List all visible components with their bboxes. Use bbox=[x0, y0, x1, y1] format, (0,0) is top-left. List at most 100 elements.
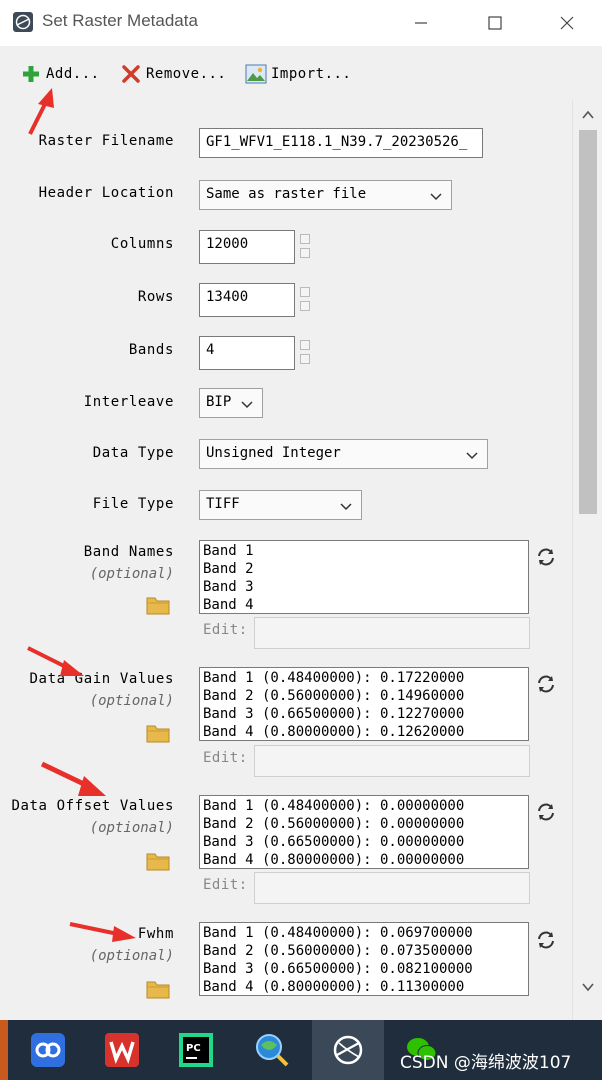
header-location-select[interactable]: Same as raster file bbox=[199, 180, 452, 210]
columns-input[interactable]: 12000 bbox=[199, 230, 295, 264]
list-item[interactable]: Band 2 (0.56000000): 0.14960000 bbox=[203, 687, 525, 705]
taskbar-app-baidu[interactable] bbox=[12, 1020, 84, 1080]
refresh-icon[interactable] bbox=[535, 801, 557, 823]
edit-label: Edit: bbox=[203, 750, 248, 766]
band-names-label: Band Names bbox=[83, 544, 174, 560]
stepper-down-icon[interactable] bbox=[300, 354, 310, 364]
minimize-button[interactable] bbox=[398, 0, 444, 46]
search-globe-icon bbox=[256, 1034, 289, 1067]
maximize-button[interactable] bbox=[472, 0, 518, 46]
optional-label: (optional) bbox=[89, 693, 174, 709]
vertical-scrollbar[interactable] bbox=[572, 100, 602, 1020]
folder-icon[interactable] bbox=[146, 722, 170, 744]
svg-text:PC: PC bbox=[186, 1043, 201, 1054]
list-item[interactable]: Band 3 (0.66500000): 0.00000000 bbox=[203, 833, 525, 851]
taskbar-app-pycharm[interactable]: PC bbox=[160, 1020, 232, 1080]
folder-icon[interactable] bbox=[146, 978, 170, 1000]
band-names-edit-field[interactable] bbox=[254, 617, 530, 649]
remove-button[interactable]: Remove... bbox=[120, 62, 226, 86]
optional-label: (optional) bbox=[89, 820, 174, 836]
minimize-icon bbox=[415, 22, 427, 24]
app-icon bbox=[13, 12, 33, 32]
file-type-value: TIFF bbox=[206, 496, 240, 512]
taskbar-app-envi[interactable] bbox=[312, 1020, 384, 1080]
list-item[interactable]: Band 1 (0.48400000): 0.00000000 bbox=[203, 797, 525, 815]
list-item[interactable]: Band 4 (0.80000000): 0.12620000 bbox=[203, 723, 525, 740]
fwhm-values-list[interactable]: Band 1 (0.48400000): 0.069700000 Band 2 … bbox=[199, 922, 529, 996]
folder-icon[interactable] bbox=[146, 850, 170, 872]
refresh-icon[interactable] bbox=[535, 929, 557, 951]
remove-label: Remove... bbox=[146, 66, 227, 82]
data-type-value: Unsigned Integer bbox=[206, 445, 341, 461]
chevron-down-icon bbox=[241, 401, 253, 409]
stepper-up-icon[interactable] bbox=[300, 340, 310, 350]
wps-office-icon bbox=[105, 1033, 139, 1067]
fwhm-label: Fwhm bbox=[137, 926, 174, 942]
list-item[interactable]: Band 4 (0.80000000): 0.11300000 bbox=[203, 978, 525, 995]
image-import-icon bbox=[245, 63, 267, 85]
scroll-down-icon[interactable] bbox=[581, 980, 595, 994]
title-bar: Set Raster Metadata bbox=[0, 0, 602, 46]
close-button[interactable] bbox=[544, 0, 590, 46]
gain-edit-field[interactable] bbox=[254, 745, 530, 777]
offset-label: Data Offset Values bbox=[11, 798, 174, 814]
interleave-select[interactable]: BIP bbox=[199, 388, 263, 418]
taskbar-app-search[interactable] bbox=[236, 1020, 308, 1080]
window-title: Set Raster Metadata bbox=[42, 11, 198, 30]
taskbar-app-wps[interactable] bbox=[86, 1020, 158, 1080]
import-button[interactable]: Import... bbox=[245, 62, 351, 86]
bands-label: Bands bbox=[128, 342, 174, 358]
rows-input[interactable]: 13400 bbox=[199, 283, 295, 317]
band-names-list[interactable]: Band 1 Band 2 Band 3 Band 4 bbox=[199, 540, 529, 614]
watermark: CSDN @海绵波波107 bbox=[400, 1053, 572, 1073]
list-item[interactable]: Band 2 (0.56000000): 0.00000000 bbox=[203, 815, 525, 833]
delete-x-icon bbox=[120, 63, 142, 85]
list-item[interactable]: Band 1 (0.48400000): 0.069700000 bbox=[203, 924, 525, 942]
gain-values-list[interactable]: Band 1 (0.48400000): 0.17220000 Band 2 (… bbox=[199, 667, 529, 741]
list-item[interactable]: Band 1 bbox=[203, 542, 525, 560]
list-item[interactable]: Band 2 (0.56000000): 0.073500000 bbox=[203, 942, 525, 960]
rows-stepper[interactable] bbox=[300, 285, 310, 315]
stepper-up-icon[interactable] bbox=[300, 287, 310, 297]
file-type-select[interactable]: TIFF bbox=[199, 490, 362, 520]
close-icon bbox=[560, 16, 574, 30]
raster-filename-label: Raster Filename bbox=[38, 133, 174, 149]
stepper-down-icon[interactable] bbox=[300, 248, 310, 258]
gain-label: Data Gain Values bbox=[29, 671, 174, 687]
maximize-icon bbox=[488, 16, 502, 30]
optional-label: (optional) bbox=[89, 566, 174, 582]
chevron-down-icon bbox=[340, 503, 352, 511]
optional-label: (optional) bbox=[89, 948, 174, 964]
columns-stepper[interactable] bbox=[300, 232, 310, 262]
bands-stepper[interactable] bbox=[300, 338, 310, 368]
list-item[interactable]: Band 2 bbox=[203, 560, 525, 578]
header-location-label: Header Location bbox=[38, 185, 174, 201]
add-button[interactable]: Add... bbox=[20, 62, 100, 86]
stepper-up-icon[interactable] bbox=[300, 234, 310, 244]
rows-label: Rows bbox=[137, 289, 174, 305]
plus-icon bbox=[20, 63, 42, 85]
folder-icon[interactable] bbox=[146, 594, 170, 616]
list-item[interactable]: Band 1 (0.48400000): 0.17220000 bbox=[203, 669, 525, 687]
file-type-label: File Type bbox=[92, 496, 174, 512]
bands-input[interactable]: 4 bbox=[199, 336, 295, 370]
data-type-select[interactable]: Unsigned Integer bbox=[199, 439, 488, 469]
offset-edit-field[interactable] bbox=[254, 872, 530, 904]
list-item[interactable]: Band 3 (0.66500000): 0.12270000 bbox=[203, 705, 525, 723]
baidu-netdisk-icon bbox=[31, 1033, 65, 1067]
scroll-thumb[interactable] bbox=[579, 130, 597, 514]
stepper-down-icon[interactable] bbox=[300, 301, 310, 311]
list-item[interactable]: Band 4 bbox=[203, 596, 525, 613]
list-item[interactable]: Band 4 (0.80000000): 0.00000000 bbox=[203, 851, 525, 868]
list-item[interactable]: Band 3 (0.66500000): 0.082100000 bbox=[203, 960, 525, 978]
interleave-value: BIP bbox=[206, 394, 232, 410]
refresh-icon[interactable] bbox=[535, 546, 557, 568]
scroll-up-icon[interactable] bbox=[581, 108, 595, 122]
import-label: Import... bbox=[271, 66, 352, 82]
offset-values-list[interactable]: Band 1 (0.48400000): 0.00000000 Band 2 (… bbox=[199, 795, 529, 869]
chevron-down-icon bbox=[466, 452, 478, 460]
refresh-icon[interactable] bbox=[535, 673, 557, 695]
list-item[interactable]: Band 3 bbox=[203, 578, 525, 596]
raster-filename-input[interactable]: GF1_WFV1_E118.1_N39.7_20230526_ bbox=[199, 128, 483, 158]
header-location-value: Same as raster file bbox=[206, 186, 367, 202]
